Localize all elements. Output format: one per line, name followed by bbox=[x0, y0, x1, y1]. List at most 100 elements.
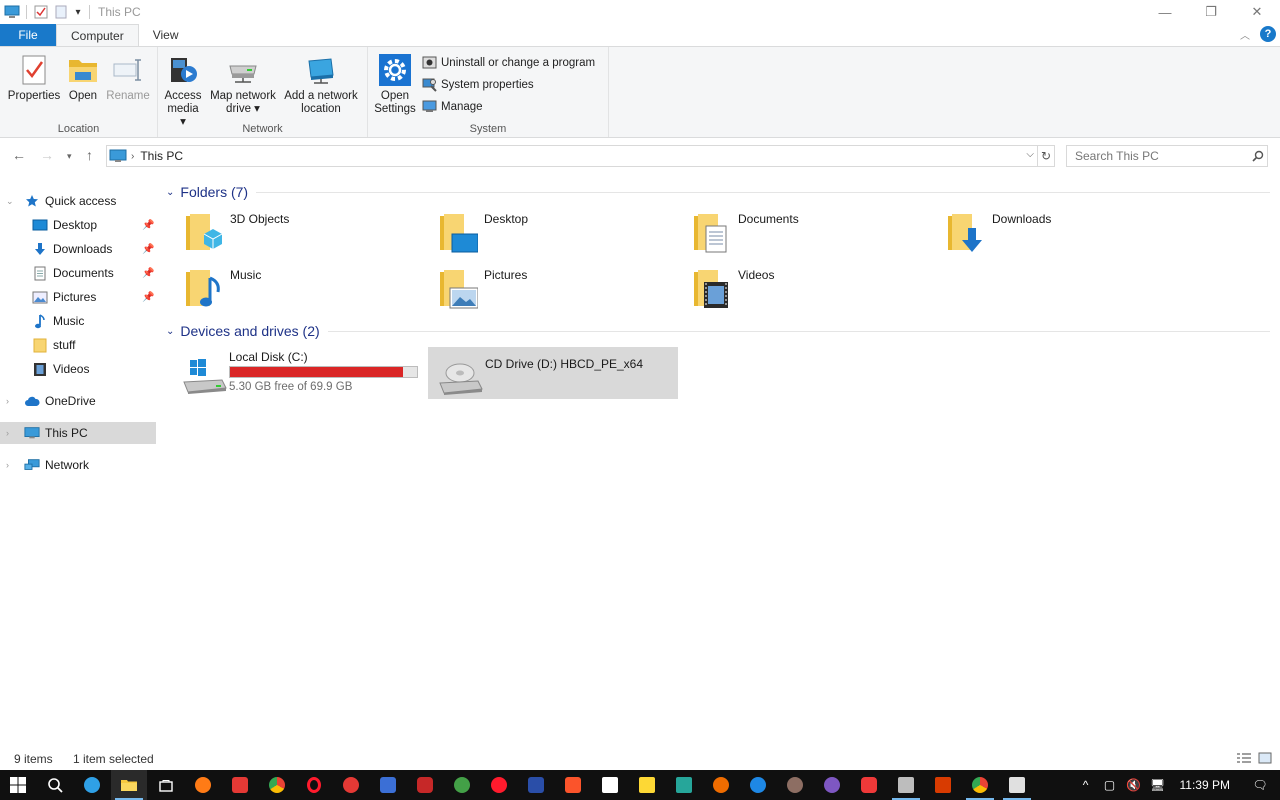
taskbar-drive-app[interactable] bbox=[888, 770, 924, 800]
drive-cd-d[interactable]: CD Drive (D:) HBCD_PE_x64 bbox=[428, 347, 678, 399]
network-status-icon[interactable]: 🖥 bbox=[1146, 770, 1170, 800]
tab-file[interactable]: File bbox=[0, 24, 56, 46]
tab-computer[interactable]: Computer bbox=[56, 24, 139, 47]
folder-documents[interactable]: Documents bbox=[674, 208, 924, 256]
folder-music[interactable]: Music bbox=[166, 264, 416, 312]
taskbar-opera-gx[interactable] bbox=[481, 770, 517, 800]
nav-item-downloads[interactable]: Downloads 📌 bbox=[0, 238, 156, 260]
collapsed-chevron-icon[interactable]: › bbox=[6, 460, 9, 470]
pin-icon[interactable]: 📌 bbox=[142, 244, 154, 255]
nav-onedrive[interactable]: › OneDrive bbox=[0, 390, 156, 412]
taskbar-office[interactable] bbox=[925, 770, 961, 800]
meet-now-icon[interactable]: ▢ bbox=[1098, 770, 1122, 800]
folder-downloads[interactable]: Downloads bbox=[928, 208, 1178, 256]
drive-local-disk-c[interactable]: Local Disk (C:) 5.30 GB free of 69.9 GB bbox=[172, 346, 424, 398]
nav-network[interactable]: › Network bbox=[0, 454, 156, 476]
properties-quick-icon[interactable] bbox=[31, 2, 51, 22]
taskbar-orange-app[interactable] bbox=[703, 770, 739, 800]
nav-item-stuff[interactable]: stuff bbox=[0, 334, 156, 356]
map-network-drive-button[interactable]: Map network drive ▾ bbox=[208, 53, 278, 116]
breadcrumb-this-pc[interactable]: This PC bbox=[140, 149, 183, 163]
customize-toolbar-dropdown[interactable]: ▾ bbox=[71, 2, 85, 22]
taskbar-brave[interactable] bbox=[555, 770, 591, 800]
pin-icon[interactable]: 📌 bbox=[142, 220, 154, 231]
collapsed-chevron-icon[interactable]: › bbox=[6, 396, 9, 406]
taskbar-shield-browser[interactable] bbox=[370, 770, 406, 800]
uninstall-program-button[interactable]: Uninstall or change a program bbox=[422, 55, 595, 70]
expanded-chevron-icon[interactable]: ⌄ bbox=[6, 196, 14, 207]
nav-quick-access[interactable]: ⌄ Quick access bbox=[0, 190, 156, 212]
taskbar-chrome[interactable] bbox=[259, 770, 295, 800]
chevron-up-icon[interactable]: ︿ bbox=[1240, 27, 1250, 42]
close-button[interactable]: ✕ bbox=[1234, 0, 1280, 24]
help-icon[interactable]: ? bbox=[1260, 26, 1276, 42]
drives-section-header[interactable]: ⌄ Devices and drives (2) bbox=[166, 323, 1270, 339]
start-button[interactable] bbox=[0, 770, 36, 800]
volume-muted-icon[interactable]: 🔇 bbox=[1122, 770, 1146, 800]
taskbar-edge[interactable] bbox=[74, 770, 110, 800]
details-view-icon[interactable] bbox=[1236, 752, 1252, 767]
folders-section-header[interactable]: ⌄ Folders (7) bbox=[166, 184, 1270, 200]
taskbar-chart-app[interactable] bbox=[592, 770, 628, 800]
section-collapse-chevron-icon[interactable]: ⌄ bbox=[166, 187, 174, 198]
show-hidden-icons-button[interactable]: ^ bbox=[1074, 770, 1098, 800]
nav-item-videos[interactable]: Videos bbox=[0, 358, 156, 380]
minimize-button[interactable]: — bbox=[1142, 0, 1188, 24]
manage-button[interactable]: Manage bbox=[422, 99, 483, 114]
taskbar-firefox[interactable] bbox=[185, 770, 221, 800]
refresh-icon[interactable]: ↻ bbox=[1038, 145, 1055, 167]
breadcrumb-chevron-icon[interactable]: › bbox=[131, 151, 134, 162]
taskbar-store[interactable] bbox=[148, 770, 184, 800]
taskbar-chrome-2[interactable] bbox=[962, 770, 998, 800]
nav-item-desktop[interactable]: Desktop 📌 bbox=[0, 214, 156, 236]
taskbar-green-app[interactable] bbox=[444, 770, 480, 800]
nav-item-documents[interactable]: Documents 📌 bbox=[0, 262, 156, 284]
taskbar-red-app[interactable] bbox=[407, 770, 443, 800]
access-media-button[interactable]: Access media ▾ bbox=[164, 53, 202, 129]
search-box[interactable] bbox=[1066, 145, 1268, 167]
restore-button[interactable]: ❐ bbox=[1188, 0, 1234, 24]
pin-icon[interactable]: 📌 bbox=[142, 292, 154, 303]
taskbar-notes[interactable] bbox=[629, 770, 665, 800]
taskbar-dark-app[interactable] bbox=[777, 770, 813, 800]
recent-locations-chevron-icon[interactable]: ▾ bbox=[67, 151, 72, 162]
taskbar-file-explorer[interactable] bbox=[111, 770, 147, 800]
folder-videos[interactable]: Videos bbox=[674, 264, 924, 312]
taskbar-clock[interactable]: 11:39 PM bbox=[1170, 778, 1240, 792]
new-folder-quick-icon[interactable] bbox=[51, 2, 71, 22]
add-network-location-button[interactable]: Add a network location bbox=[282, 53, 360, 116]
notifications-icon[interactable]: 🗨 bbox=[1240, 770, 1280, 800]
folder-3d-objects[interactable]: 3D Objects bbox=[166, 208, 416, 256]
address-dropdown-icon[interactable]: ⌵ bbox=[1026, 149, 1034, 160]
section-collapse-chevron-icon[interactable]: ⌄ bbox=[166, 326, 174, 337]
taskbar-teal-app[interactable] bbox=[666, 770, 702, 800]
collapsed-chevron-icon[interactable]: › bbox=[6, 428, 9, 438]
large-icons-view-icon[interactable] bbox=[1258, 752, 1272, 767]
folder-desktop[interactable]: Desktop bbox=[420, 208, 670, 256]
properties-button[interactable]: Properties bbox=[8, 53, 60, 103]
taskbar-vivaldi[interactable] bbox=[851, 770, 887, 800]
nav-item-music[interactable]: Music bbox=[0, 310, 156, 332]
taskbar-opera[interactable] bbox=[296, 770, 332, 800]
taskbar-search-button[interactable] bbox=[37, 770, 73, 800]
nav-item-pictures[interactable]: Pictures 📌 bbox=[0, 286, 156, 308]
system-properties-button[interactable]: System properties bbox=[422, 77, 534, 92]
pin-icon[interactable]: 📌 bbox=[142, 268, 154, 279]
nav-this-pc[interactable]: › This PC bbox=[0, 422, 156, 444]
back-arrow-icon[interactable]: ← bbox=[12, 147, 26, 163]
rename-button[interactable]: Rename bbox=[106, 53, 150, 103]
up-arrow-icon[interactable]: ↑ bbox=[86, 147, 93, 163]
search-icon[interactable] bbox=[1249, 150, 1267, 162]
this-pc-window-icon[interactable] bbox=[2, 2, 22, 22]
tab-view[interactable]: View bbox=[139, 24, 193, 46]
taskbar-blue-shield[interactable] bbox=[518, 770, 554, 800]
taskbar-installer[interactable] bbox=[999, 770, 1035, 800]
address-bar[interactable]: › This PC ⌵ bbox=[106, 145, 1038, 167]
open-button[interactable]: Open bbox=[66, 53, 100, 103]
folder-pictures[interactable]: Pictures bbox=[420, 264, 670, 312]
search-input[interactable] bbox=[1067, 146, 1249, 166]
open-settings-button[interactable]: Open Settings bbox=[372, 53, 418, 116]
taskbar-app-red[interactable] bbox=[333, 770, 369, 800]
taskbar-purple-app[interactable] bbox=[814, 770, 850, 800]
forward-arrow-icon[interactable]: → bbox=[40, 147, 54, 163]
